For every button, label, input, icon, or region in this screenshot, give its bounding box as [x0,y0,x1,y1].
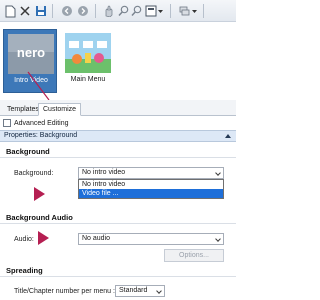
options-button[interactable]: Options... [164,249,224,262]
background-select-value: No intro video [82,169,126,176]
section-title-background-audio: Background Audio [6,213,73,222]
save-icon[interactable] [34,3,48,19]
layout-icon[interactable] [144,3,164,19]
background-dropdown-list: No intro video Video file ... [78,179,224,199]
pointer-arrow [38,231,49,245]
chevron-down-icon [215,170,221,176]
delete-icon[interactable] [18,3,32,19]
pointer-arrow [34,187,45,201]
toolbar-separator [95,4,96,18]
section-title-background: Background [6,147,50,156]
properties-title: Properties: Background [4,132,78,139]
background-select[interactable]: No intro video [78,167,224,179]
title-chapter-select[interactable]: Standard [115,285,165,297]
toolbar-separator [52,4,53,18]
section-divider [0,223,236,224]
tab-customize[interactable]: Customize [38,103,82,116]
collapse-icon[interactable] [225,134,231,138]
advanced-editing-row[interactable]: Advanced Editing [3,118,68,128]
audio-field-label: Audio: [14,236,34,243]
title-chapter-field-label: Title/Chapter number per menu : [14,288,115,295]
new-page-icon[interactable] [3,3,17,19]
hand-icon[interactable] [103,3,115,19]
section-divider [0,276,236,277]
chevron-down-icon [156,288,162,294]
toolbar [0,0,236,22]
zoom-out-icon[interactable] [130,3,142,19]
forward-icon[interactable] [76,3,90,19]
advanced-editing-checkbox[interactable] [3,119,11,127]
option-video-file[interactable]: Video file ... [79,189,223,198]
audio-select[interactable]: No audio [78,233,224,245]
preview-area: nero Intro Video Main Menu [0,22,236,100]
toolbar-separator [170,4,171,18]
properties-header[interactable]: Properties: Background [0,130,236,142]
toolbar-separator [203,4,204,18]
background-field-label: Background: [14,170,54,177]
back-icon[interactable] [60,3,74,19]
audio-select-value: No audio [82,235,111,242]
layers-icon[interactable] [178,3,198,19]
advanced-editing-label: Advanced Editing [14,119,69,127]
zoom-in-icon[interactable] [117,3,129,19]
chevron-down-icon [215,236,221,242]
title-chapter-select-value: Standard [119,287,148,294]
section-divider [0,157,236,158]
connector-line [27,71,50,100]
tab-bar: Templates Customize [0,100,236,116]
option-no-intro-video[interactable]: No intro video [79,180,223,189]
section-title-spreading: Spreading [6,266,43,275]
